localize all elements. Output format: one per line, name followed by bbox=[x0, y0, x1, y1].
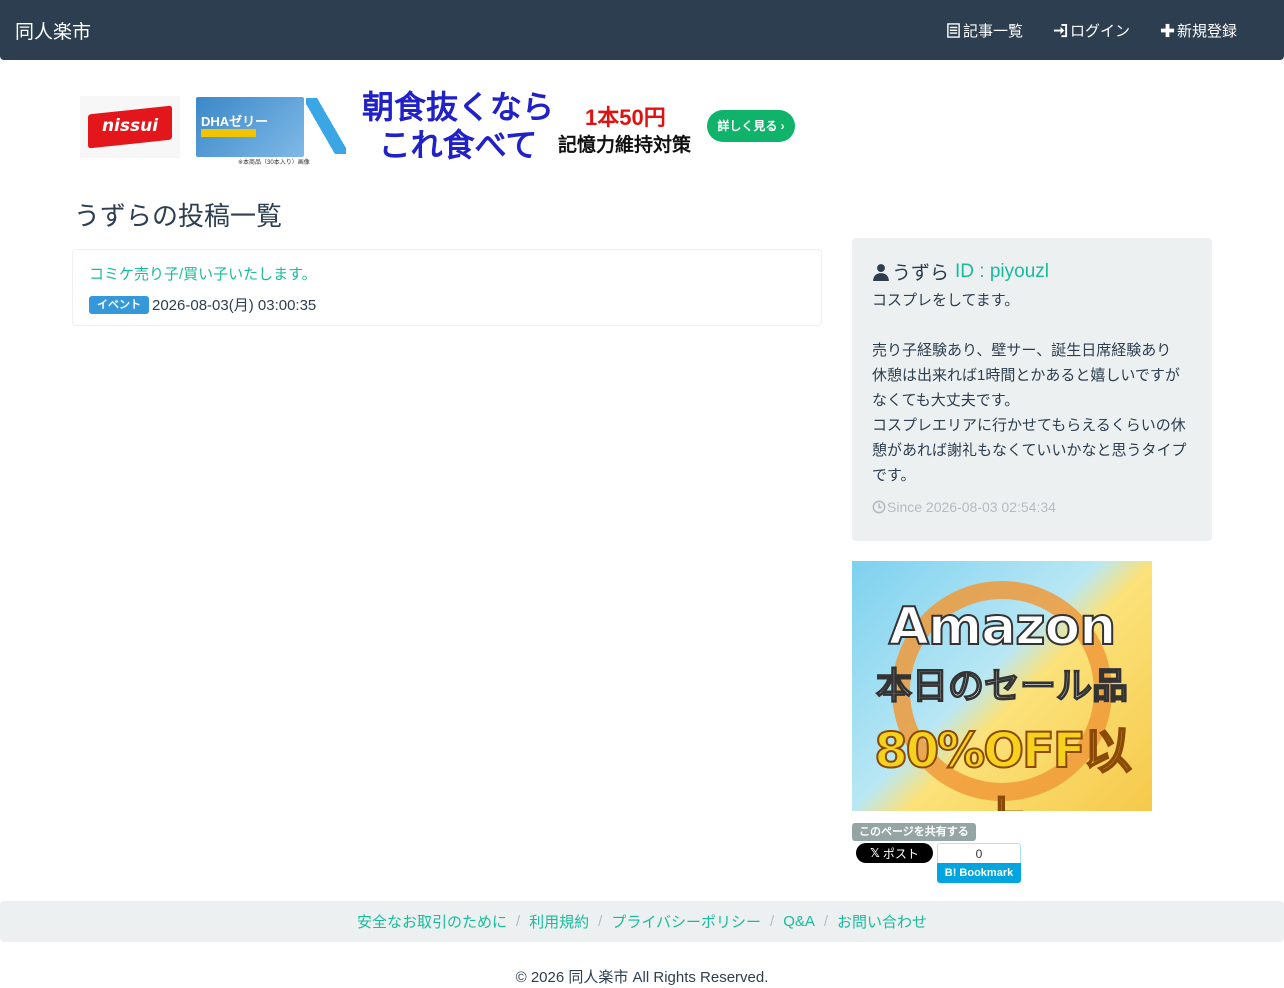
nav-login-link[interactable]: ログイン bbox=[1053, 20, 1130, 41]
profile-panel: うずら ID : piyouzl コスプレをしてます。 売り子経験あり、壁サー、… bbox=[852, 238, 1212, 541]
list-icon bbox=[947, 23, 960, 38]
footer-links: 安全なお取引のために / 利用規約 / プライバシーポリシー / Q&A / お… bbox=[0, 901, 1284, 942]
footer-link-safety[interactable]: 安全なお取引のために bbox=[357, 911, 507, 932]
hatena-bookmark-button[interactable]: 0 B! Bookmark bbox=[937, 843, 1021, 883]
footer-link-qa[interactable]: Q&A bbox=[783, 913, 815, 930]
page-title: うずらの投稿一覧 bbox=[74, 201, 283, 231]
profile-bio: コスプレをしてます。 売り子経験あり、壁サー、誕生日席経験あり 休憩は出来れば1… bbox=[872, 292, 1187, 484]
footer-link-privacy[interactable]: プライバシーポリシー bbox=[611, 911, 761, 932]
post-title-link[interactable]: コミケ売り子/買い子いたします。 bbox=[89, 263, 317, 284]
copyright: © 2026 同人楽市 All Rights Reserved. bbox=[515, 969, 769, 986]
share-label: このページを共有する bbox=[852, 823, 976, 841]
profile-id: ID : piyouzl bbox=[955, 260, 1049, 282]
x-logo-icon: 𝕏 bbox=[870, 846, 880, 860]
nav-register-label: 新規登録 bbox=[1177, 23, 1238, 40]
user-icon bbox=[873, 263, 889, 281]
footer-separator: / bbox=[823, 913, 829, 930]
ad-headline: 朝食抜くなら これ食べて bbox=[361, 88, 554, 164]
footer-separator: / bbox=[515, 913, 521, 930]
product-package-image: DHAゼリー bbox=[196, 97, 304, 157]
category-badge: イベント bbox=[89, 295, 149, 314]
nav-register-link[interactable]: 新規登録 bbox=[1160, 20, 1237, 41]
profile-header: うずら ID : piyouzl bbox=[872, 258, 1049, 285]
ad-cta-button[interactable]: 詳しく見る › bbox=[707, 110, 795, 142]
package-note: ※本商品（30本入り）画像 bbox=[238, 160, 310, 166]
profile-name: うずら bbox=[892, 263, 950, 284]
x-post-button[interactable]: 𝕏 ポスト bbox=[856, 843, 933, 863]
product-stick-image bbox=[306, 98, 346, 154]
footer-link-terms[interactable]: 利用規約 bbox=[529, 911, 589, 932]
ad-price: 1本50円 bbox=[585, 105, 666, 130]
hatena-count: 0 bbox=[937, 843, 1021, 863]
post-list: コミケ売り子/買い子いたします。 イベント 2026-08-03(月) 03:0… bbox=[72, 249, 822, 326]
amazon-ad-subtitle: 本日のセール品 bbox=[875, 665, 1129, 708]
profile-since: Since 2026-08-03 02:54:34 bbox=[872, 499, 1056, 515]
nav-articles-label: 記事一覧 bbox=[963, 23, 1024, 40]
clock-icon bbox=[872, 500, 886, 514]
nissui-logo: nissui bbox=[80, 96, 180, 158]
login-icon bbox=[1053, 23, 1068, 38]
plus-icon bbox=[1160, 23, 1175, 38]
footer-separator: / bbox=[598, 913, 603, 930]
amazon-sale-ad[interactable]: Amazon 本日のセール品 80%OFF以上 bbox=[852, 561, 1152, 811]
footer-separator: / bbox=[770, 913, 775, 930]
navbar: 同人楽市 記事一覧 ログイン 新規登録 bbox=[0, 0, 1284, 60]
post-datetime: 2026-08-03(月) 03:00:35 bbox=[152, 297, 317, 314]
hatena-label: B! Bookmark bbox=[937, 863, 1021, 883]
nav-articles-link[interactable]: 記事一覧 bbox=[946, 20, 1023, 41]
top-ad-banner[interactable]: nissui DHAゼリー ※本商品（30本入り）画像 朝食抜くなら これ食べて… bbox=[80, 88, 800, 166]
amazon-ad-title: Amazon bbox=[888, 596, 1118, 658]
footer-link-contact[interactable]: お問い合わせ bbox=[837, 911, 927, 932]
ad-subtext: 記憶力維持対策 bbox=[558, 135, 692, 156]
amazon-ad-discount: 80%OFF以上 bbox=[873, 722, 1132, 811]
brand-link[interactable]: 同人楽市 bbox=[15, 17, 91, 44]
nav-login-label: ログイン bbox=[1070, 23, 1131, 40]
post-meta: イベント 2026-08-03(月) 03:00:35 bbox=[89, 294, 316, 315]
